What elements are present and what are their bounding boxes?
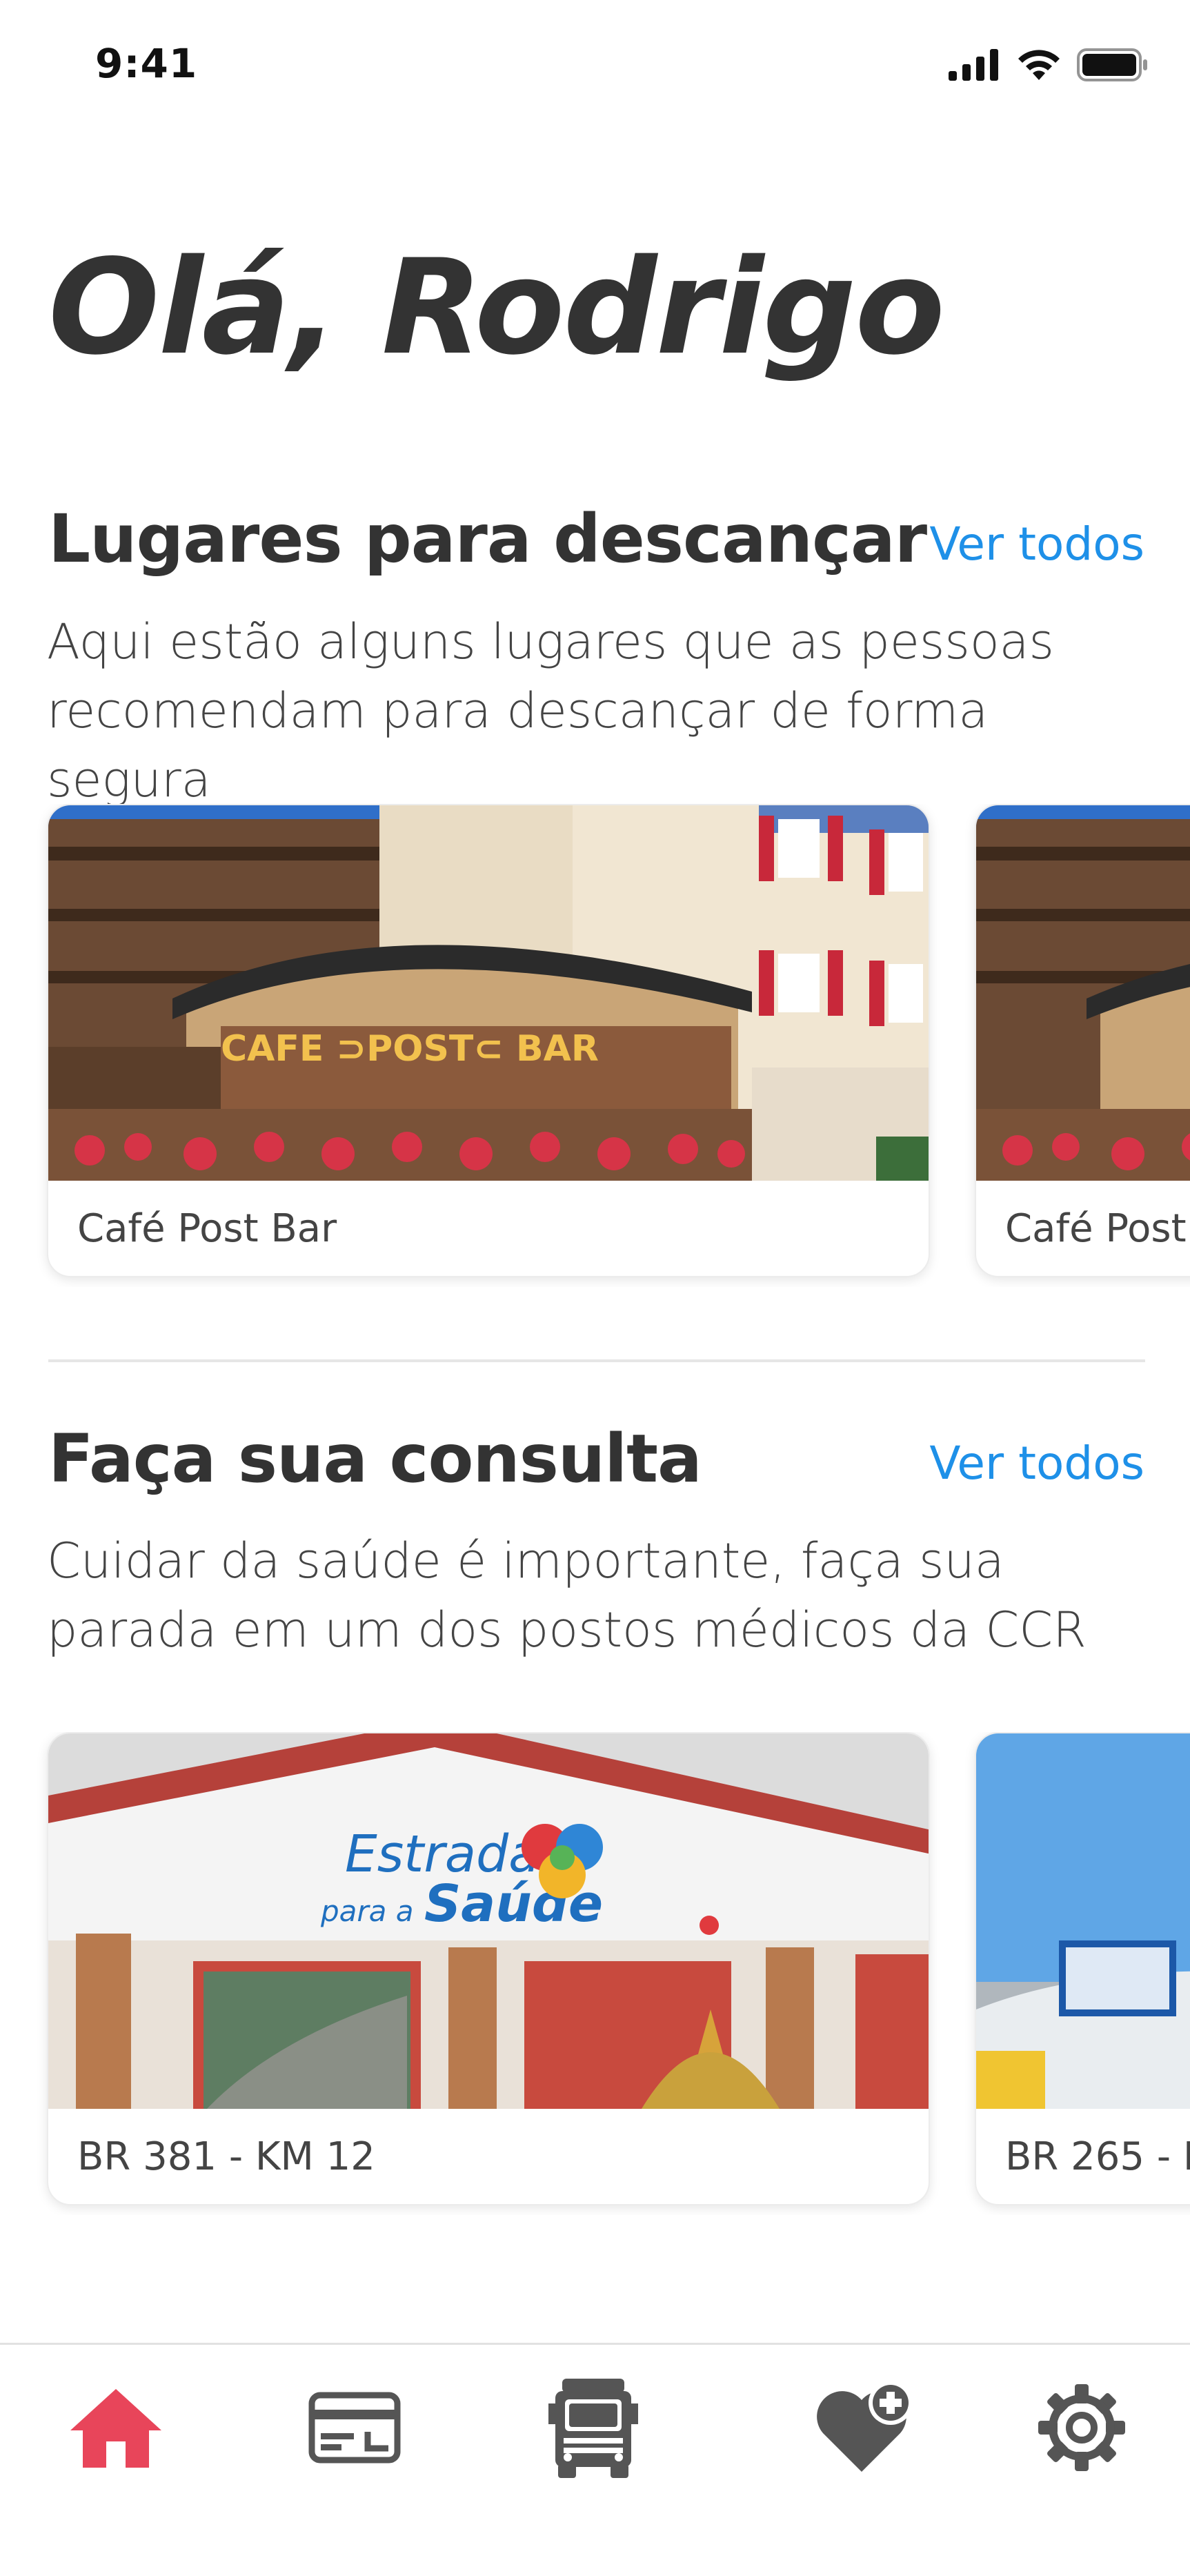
status-icons [949, 48, 1149, 81]
rest-places-carousel[interactable]: CAFE ⊃POST⊂ BAR Café Post Bar Café Post [0, 804, 1190, 1287]
health-see-all-link[interactable]: Ver todos [929, 1437, 1144, 1490]
home-icon [70, 2389, 161, 2468]
truck-icon [548, 2379, 638, 2478]
cafe-post-bar-photo [976, 805, 1190, 1181]
rest-place-card[interactable]: CAFE ⊃POST⊂ BAR Café Post Bar [47, 804, 930, 1277]
health-section-description: Cuidar da saúde é importante, faça sua p… [47, 1533, 1087, 1658]
tab-health[interactable] [810, 2372, 920, 2483]
cafe-post-bar-photo: CAFE ⊃POST⊂ BAR [48, 805, 929, 1181]
tab-settings[interactable] [1027, 2372, 1137, 2483]
tab-card[interactable] [299, 2372, 410, 2483]
heart-plus-icon [817, 2381, 913, 2472]
gear-icon [1038, 2384, 1125, 2471]
cellular-signal-icon [949, 49, 998, 81]
tab-truck[interactable] [538, 2372, 648, 2483]
status-time: 9:41 [95, 40, 198, 87]
battery-icon [1077, 48, 1147, 81]
rest-place-label: Café Post Bar [1005, 1206, 1190, 1251]
rest-place-card[interactable]: Café Post Bar [975, 804, 1190, 1277]
health-post-label: BR 381 - KM 12 [77, 2134, 375, 2179]
estrada-para-a-saude-building-photo: Estrada para a Saúde [48, 1733, 929, 2109]
health-post-card[interactable]: BR 265 - KM [975, 1732, 1190, 2205]
wifi-icon [1018, 50, 1060, 80]
tab-home[interactable] [61, 2372, 171, 2483]
rest-see-all-link[interactable]: Ver todos [929, 518, 1144, 571]
health-post-card[interactable]: Estrada para a Saúde BR 381 - KM 12 [47, 1732, 930, 2205]
greeting-title: Olá, Rodrigo [48, 231, 945, 384]
status-bar: 9:41 [0, 0, 1190, 131]
health-posts-carousel[interactable]: Estrada para a Saúde BR 381 - KM 12 BR 2… [0, 1732, 1190, 2215]
svg-text:CAFE ⊃POST⊂ BAR: CAFE ⊃POST⊂ BAR [221, 1028, 599, 1070]
health-section-title: Faça sua consulta [48, 1420, 702, 1497]
rest-place-label: Café Post Bar [77, 1206, 337, 1251]
health-post-label: BR 265 - KM [1005, 2134, 1190, 2179]
rest-section-title: Lugares para descançar [48, 500, 927, 578]
estrada-para-a-saude-tent-photo [976, 1733, 1190, 2109]
section-divider [48, 1359, 1145, 1362]
bottom-tab-bar [0, 2343, 1190, 2576]
sign-para-a: para a [320, 1894, 414, 1928]
rest-section-description: Aqui estão alguns lugares que as pessoas… [47, 613, 1055, 808]
card-icon [308, 2392, 401, 2464]
